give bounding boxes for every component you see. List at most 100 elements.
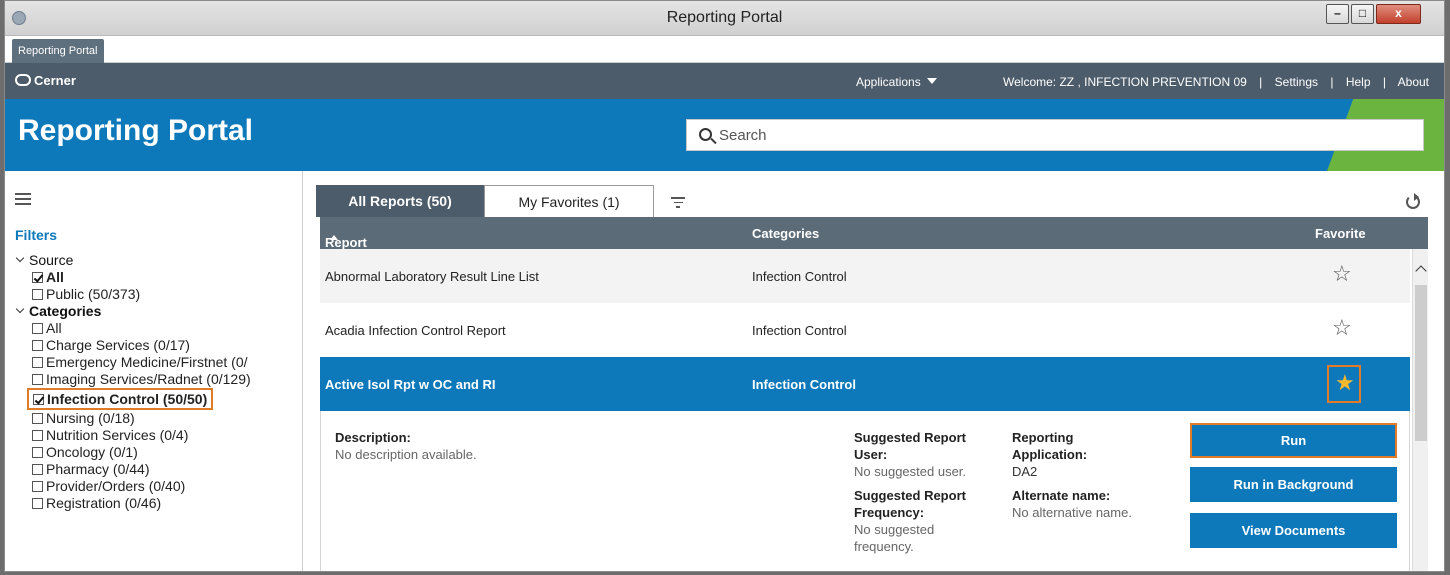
filter-option-source-all[interactable]: All: [15, 269, 302, 286]
report-name-cell: Acadia Infection Control Report: [325, 323, 506, 338]
checkbox[interactable]: [32, 464, 43, 475]
table-scrollbar[interactable]: [1412, 249, 1428, 571]
checkbox[interactable]: [32, 481, 43, 492]
filter-option-label: All: [46, 320, 62, 336]
column-header-categories[interactable]: Categories: [752, 226, 819, 241]
search-input[interactable]: [719, 120, 1409, 150]
suggested-frequency-value: frequency.: [854, 539, 914, 554]
hamburger-menu-icon[interactable]: [15, 193, 31, 205]
filter-group-categories[interactable]: Categories: [15, 303, 302, 320]
portal-banner: Reporting Portal: [5, 99, 1444, 171]
filter-option-oncology[interactable]: Oncology (0/1): [15, 444, 302, 461]
scrollbar-thumb[interactable]: [1415, 285, 1427, 441]
alternate-name-block: Alternate name: No alternative name.: [1012, 487, 1132, 521]
checkbox[interactable]: [32, 357, 43, 368]
document-tab-reporting-portal[interactable]: Reporting Portal: [12, 39, 104, 63]
brand-name: Cerner: [34, 73, 76, 88]
reporting-application-value: DA2: [1012, 464, 1038, 479]
help-link[interactable]: Help: [1346, 75, 1371, 89]
filter-icon[interactable]: [671, 197, 685, 208]
suggested-user-label: Suggested Report: [854, 430, 966, 445]
minimize-button[interactable]: –: [1326, 4, 1349, 24]
tab-all-reports[interactable]: All Reports (50): [316, 185, 484, 217]
filter-option-label: Nutrition Services (0/4): [46, 427, 189, 443]
nav-separator: |: [1330, 75, 1334, 89]
filter-option-nursing[interactable]: Nursing (0/18): [15, 410, 302, 427]
checkbox[interactable]: [32, 498, 43, 509]
chevron-down-icon: [15, 253, 25, 263]
suggested-frequency-block: Suggested Report Frequency: No suggested…: [854, 487, 966, 555]
category-cell: Infection Control: [752, 377, 856, 392]
filter-option-provider-orders[interactable]: Provider/Orders (0/40): [15, 478, 302, 495]
page-title: Reporting Portal: [18, 114, 254, 147]
filter-option-imaging-services[interactable]: Imaging Services/Radnet (0/129): [15, 371, 302, 388]
checkbox[interactable]: [32, 430, 43, 441]
search-box[interactable]: [686, 119, 1424, 151]
filter-option-charge-services[interactable]: Charge Services (0/17): [15, 337, 302, 354]
category-cell: Infection Control: [752, 323, 847, 338]
welcome-text: Welcome: ZZ , INFECTION PREVENTION 09: [1003, 75, 1247, 89]
description-value: No description available.: [335, 447, 477, 462]
filter-option-label: Emergency Medicine/Firstnet (0/: [46, 354, 248, 370]
run-in-background-button[interactable]: Run in Background: [1190, 467, 1397, 502]
run-button[interactable]: Run: [1190, 423, 1397, 458]
description-label: Description:: [335, 430, 411, 445]
checkbox-checked[interactable]: [32, 272, 43, 283]
filter-list: Source All Public (50/373) Categories Al…: [15, 252, 302, 512]
checkbox[interactable]: [32, 374, 43, 385]
reporting-application-block: Reporting Application: DA2: [1012, 429, 1087, 480]
caret-down-icon: [926, 78, 937, 84]
filter-group-label: Source: [29, 252, 74, 268]
checkbox[interactable]: [32, 289, 43, 300]
maximize-button[interactable]: □: [1351, 4, 1374, 24]
filters-sidebar: Filters Source All Public (50/373) Categ…: [5, 171, 303, 571]
suggested-user-label: User:: [854, 447, 888, 462]
search-icon: [699, 128, 712, 141]
table-row[interactable]: Acadia Infection Control Report Infectio…: [320, 303, 1410, 357]
favorite-highlight: ★: [1327, 365, 1361, 403]
column-header-favorite[interactable]: Favorite: [1315, 226, 1366, 241]
tab-my-favorites[interactable]: My Favorites (1): [484, 185, 654, 217]
reporting-application-label: Application:: [1012, 447, 1088, 462]
checkbox[interactable]: [32, 323, 43, 334]
user-nav: Welcome: ZZ , INFECTION PREVENTION 09 | …: [1003, 75, 1429, 89]
chevron-up-icon[interactable]: [1415, 265, 1427, 277]
checkbox[interactable]: [32, 447, 43, 458]
checkbox-checked[interactable]: [33, 394, 44, 405]
view-documents-button[interactable]: View Documents: [1190, 513, 1397, 548]
about-link[interactable]: About: [1398, 75, 1429, 89]
top-nav: Cerner Applications Welcome: ZZ , INFECT…: [5, 63, 1444, 99]
checkbox[interactable]: [32, 413, 43, 424]
applications-menu[interactable]: Applications: [856, 75, 937, 89]
filter-option-label: Infection Control (50/50): [47, 391, 208, 407]
alternate-name-value: No alternative name.: [1012, 505, 1132, 520]
table-row[interactable]: Abnormal Laboratory Result Line List Inf…: [320, 249, 1410, 303]
filter-option-registration[interactable]: Registration (0/46): [15, 495, 302, 512]
filters-heading: Filters: [15, 227, 58, 243]
star-outline-icon[interactable]: ☆: [1332, 317, 1352, 341]
cerner-logo-icon: [15, 74, 31, 86]
sort-ascending-icon: [330, 235, 338, 240]
filter-option-infection-control[interactable]: Infection Control (50/50): [27, 388, 214, 410]
filter-option-label: All: [46, 269, 64, 285]
suggested-user-value: No suggested user.: [854, 464, 967, 479]
filter-option-public[interactable]: Public (50/373): [15, 286, 302, 303]
filter-option-emergency-medicine[interactable]: Emergency Medicine/Firstnet (0/: [15, 354, 302, 371]
document-tab-strip: Reporting Portal: [5, 36, 1444, 63]
star-outline-icon[interactable]: ☆: [1332, 263, 1352, 287]
filter-option-label: Oncology (0/1): [46, 444, 138, 460]
filter-option-label: Pharmacy (0/44): [46, 461, 150, 477]
filter-option-nutrition-services[interactable]: Nutrition Services (0/4): [15, 427, 302, 444]
close-button[interactable]: x: [1376, 4, 1421, 24]
checkbox[interactable]: [32, 340, 43, 351]
refresh-icon[interactable]: [1406, 193, 1420, 209]
report-name-cell: Abnormal Laboratory Result Line List: [325, 269, 539, 284]
filter-option-pharmacy[interactable]: Pharmacy (0/44): [15, 461, 302, 478]
filter-option-categories-all[interactable]: All: [15, 320, 302, 337]
filter-option-label: Registration (0/46): [46, 495, 162, 511]
settings-link[interactable]: Settings: [1275, 75, 1318, 89]
table-row-selected[interactable]: Active Isol Rpt w OC and RI Infection Co…: [320, 357, 1410, 411]
suggested-frequency-value: No suggested: [854, 522, 935, 537]
filter-group-source[interactable]: Source: [15, 252, 302, 269]
star-filled-icon[interactable]: ★: [1335, 372, 1355, 396]
